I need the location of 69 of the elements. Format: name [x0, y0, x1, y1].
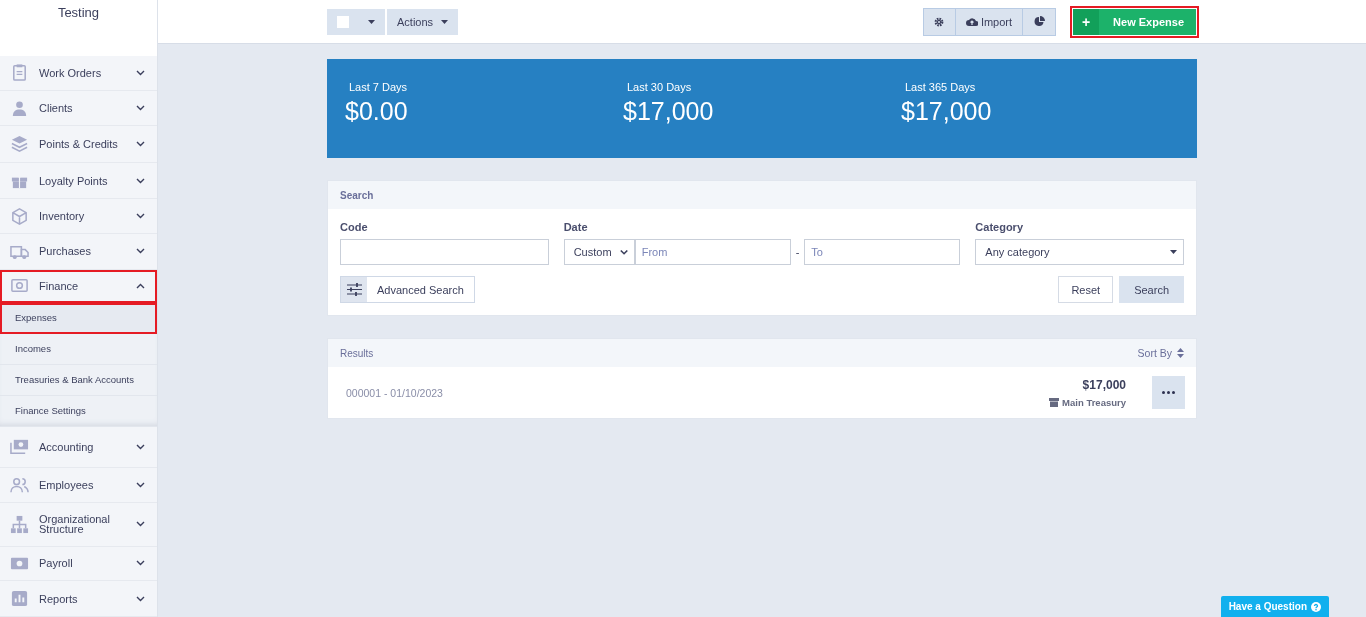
sidebar-item[interactable]: Finance — [0, 269, 157, 303]
layers-icon — [10, 134, 29, 154]
results-title: Results — [340, 347, 374, 359]
submenu-item[interactable]: Finance Settings — [0, 395, 157, 427]
from-field[interactable]: From — [634, 239, 791, 265]
stat-value: $17,000 — [623, 97, 715, 126]
actions-button[interactable]: Actions — [387, 8, 459, 35]
archive-icon — [1049, 397, 1060, 407]
box-icon — [10, 206, 29, 226]
search-button[interactable]: Search — [1119, 276, 1184, 303]
chevron-icon — [136, 105, 145, 112]
person-icon — [10, 98, 29, 118]
money-icon — [10, 437, 29, 457]
chart-button[interactable] — [1023, 8, 1056, 35]
stat-label: Last 30 Days — [626, 81, 693, 93]
settings-icon — [934, 16, 945, 27]
sliders-icon — [346, 283, 362, 296]
category-dropdown[interactable]: Any category — [975, 239, 1184, 265]
settings-button[interactable] — [923, 8, 956, 35]
people-icon — [10, 475, 29, 495]
stat-label: Last 7 Days — [348, 81, 409, 93]
chevron-icon — [136, 69, 145, 76]
submenu-item[interactable]: Incomes — [0, 333, 157, 365]
caret-icon — [368, 19, 375, 24]
stat-value: $0.00 — [345, 97, 409, 126]
question-icon — [1311, 601, 1321, 612]
chevron-icon — [136, 443, 145, 450]
chevron-icon — [136, 482, 145, 489]
sort-button[interactable]: Sort By — [1137, 347, 1184, 359]
expense-amount: $17,000 — [1082, 377, 1126, 392]
cloud-upload-icon — [965, 17, 978, 26]
org-chart-icon — [10, 514, 29, 534]
field-label: Code — [340, 221, 369, 233]
date-range-dropdown[interactable]: Custom — [563, 239, 635, 265]
app-title: Testing — [0, 0, 157, 56]
sort-icon — [1177, 348, 1184, 358]
pie-chart-icon — [1033, 16, 1045, 27]
bar-chart-icon — [10, 589, 29, 609]
chevron-icon — [136, 560, 145, 567]
chevron-icon — [136, 213, 145, 220]
field-label: Category — [975, 221, 1024, 233]
expense-code-date: 000001 - 01/10/2023 — [346, 386, 444, 399]
result-row[interactable]: 000001 - 01/10/2023 $17,000 Main Treasury — [328, 367, 1196, 418]
more-options-button[interactable] — [1152, 376, 1185, 409]
chevron-icon — [619, 248, 628, 256]
chevron-icon — [136, 248, 145, 255]
field-label: Date — [563, 221, 589, 233]
import-button[interactable]: Import — [955, 8, 1024, 35]
submenu-item[interactable]: Expenses — [0, 302, 157, 334]
chevron-icon — [136, 177, 145, 184]
search-title: Search — [328, 181, 1196, 209]
to-field[interactable]: To — [804, 239, 961, 265]
chevron-icon — [136, 521, 145, 528]
stat-label: Last 365 Days — [904, 81, 977, 93]
caret-icon — [1170, 250, 1177, 254]
clipboard-icon — [10, 63, 29, 83]
code-field[interactable] — [340, 239, 549, 265]
reset-button[interactable]: Reset — [1058, 276, 1114, 303]
caret-icon — [441, 19, 449, 24]
treasury-name: Main Treasury — [1062, 396, 1126, 408]
chevron-icon — [136, 595, 145, 602]
ellipsis-icon — [1162, 391, 1175, 394]
stat-value: $17,000 — [901, 97, 993, 126]
range-separator: - — [795, 246, 800, 258]
submenu-item[interactable]: Treasuries & Bank Accounts — [0, 364, 157, 396]
select-all-checkbox[interactable] — [327, 8, 385, 35]
chevron-icon — [136, 282, 145, 289]
advanced-search-button[interactable]: Advanced Search — [340, 276, 475, 303]
chevron-icon — [136, 140, 145, 147]
